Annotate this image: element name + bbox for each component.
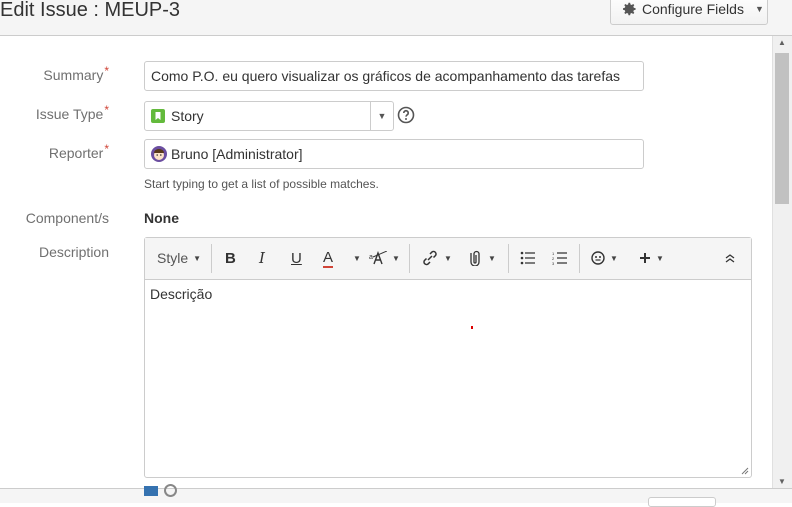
footer-help-icon[interactable] <box>164 484 177 497</box>
help-icon[interactable] <box>397 106 415 124</box>
svg-text:a: a <box>369 254 373 261</box>
scroll-down-icon[interactable]: ▼ <box>778 477 786 486</box>
chevron-down-icon: ▼ <box>392 253 400 263</box>
vertical-scrollbar[interactable]: ▲ ▼ <box>772 36 792 488</box>
toolbar-separator <box>409 244 410 273</box>
chevron-down-icon: ▼ <box>488 253 496 263</box>
reporter-label-text: Reporter <box>48 145 104 161</box>
description-editor: Style ▼ B I U A ▼ a ▼ ▼ ▼ 1 2 3 ▼ ▼ Desc… <box>144 237 752 478</box>
text-color-button[interactable]: A <box>323 248 334 268</box>
italic-button[interactable]: I <box>259 248 265 268</box>
numbered-list-icon: 1 2 3 <box>552 251 567 265</box>
collapse-toolbar-button[interactable] <box>724 248 736 268</box>
scroll-up-icon[interactable]: ▲ <box>778 38 786 47</box>
configure-fields-label: Configure Fields <box>642 0 744 17</box>
reporter-input[interactable]: Bruno [Administrator] <box>144 139 644 169</box>
bold-button[interactable]: B <box>225 248 236 268</box>
plus-icon <box>640 253 650 263</box>
toolbar-separator <box>508 244 509 273</box>
text-format-button[interactable]: a ▼ <box>369 248 400 268</box>
summary-label: Summary* <box>43 64 109 83</box>
toolbar-separator <box>211 244 212 273</box>
chevron-down-icon: ▼ <box>610 253 618 263</box>
resize-grip-icon[interactable] <box>741 467 749 475</box>
components-value: None <box>144 210 179 226</box>
reporter-label: Reporter* <box>48 142 109 161</box>
text-color-dropdown[interactable]: ▼ <box>348 248 361 268</box>
paperclip-icon <box>470 250 480 266</box>
bullet-list-button[interactable] <box>520 248 536 268</box>
text-format-icon: a <box>369 251 387 265</box>
chevron-down-icon: ▼ <box>353 253 361 263</box>
description-textarea[interactable]: Descrição <box>145 280 751 477</box>
avatar <box>151 146 167 162</box>
issue-type-label: Issue Type* <box>35 103 109 122</box>
toolbar-separator <box>579 244 580 273</box>
underline-button[interactable]: U <box>291 248 302 268</box>
link-icon <box>423 250 437 266</box>
link-button[interactable]: ▼ <box>421 248 452 268</box>
gear-icon <box>623 2 636 15</box>
configure-fields-button[interactable]: Configure Fields ▼ <box>610 0 768 25</box>
story-icon <box>151 109 165 123</box>
dropdown-arrow-icon[interactable]: ▼ <box>370 102 393 130</box>
insert-more-button[interactable]: ▼ <box>639 248 664 268</box>
chevron-down-icon: ▼ <box>193 253 202 263</box>
footer-checkbox[interactable] <box>144 486 158 496</box>
chevron-up-double-icon <box>725 254 735 263</box>
issue-type-select[interactable]: Story ▼ <box>144 101 394 131</box>
description-label: Description <box>38 244 109 260</box>
required-marker: * <box>104 103 109 117</box>
required-marker: * <box>104 64 109 78</box>
emoticon-button[interactable]: ▼ <box>591 248 618 268</box>
editor-toolbar: Style ▼ B I U A ▼ a ▼ ▼ ▼ 1 2 3 ▼ ▼ <box>145 238 751 280</box>
bullet-list-icon <box>520 251 535 265</box>
footer-button[interactable] <box>648 497 716 507</box>
chevron-down-icon: ▼ <box>444 253 452 263</box>
attachment-button[interactable]: ▼ <box>467 248 496 268</box>
emoticon-icon <box>591 251 605 265</box>
style-label: Style <box>157 250 189 266</box>
dialog-header: Edit Issue : MEUP-3 Configure Fields ▼ <box>0 0 792 36</box>
issue-type-value: Story <box>171 108 204 124</box>
dialog-title: Edit Issue : MEUP-3 <box>0 0 181 21</box>
chevron-down-icon: ▼ <box>754 3 764 14</box>
svg-text:3: 3 <box>552 261 555 265</box>
dialog-content: Summary* Como P.O. eu quero visualizar o… <box>0 36 772 488</box>
reporter-value: Bruno [Administrator] <box>171 146 303 162</box>
reporter-hint: Start typing to get a list of possible m… <box>144 177 379 191</box>
scroll-thumb[interactable] <box>775 53 789 204</box>
numbered-list-button[interactable]: 1 2 3 <box>552 248 568 268</box>
issue-type-label-text: Issue Type <box>35 106 104 122</box>
components-label: Component/s <box>25 210 109 226</box>
summary-input[interactable]: Como P.O. eu quero visualizar os gráfico… <box>144 61 644 91</box>
chevron-down-icon: ▼ <box>656 253 664 263</box>
required-marker: * <box>104 142 109 156</box>
summary-label-text: Summary <box>43 67 104 83</box>
style-dropdown[interactable]: Style ▼ <box>157 248 201 268</box>
text-cursor <box>471 326 473 329</box>
